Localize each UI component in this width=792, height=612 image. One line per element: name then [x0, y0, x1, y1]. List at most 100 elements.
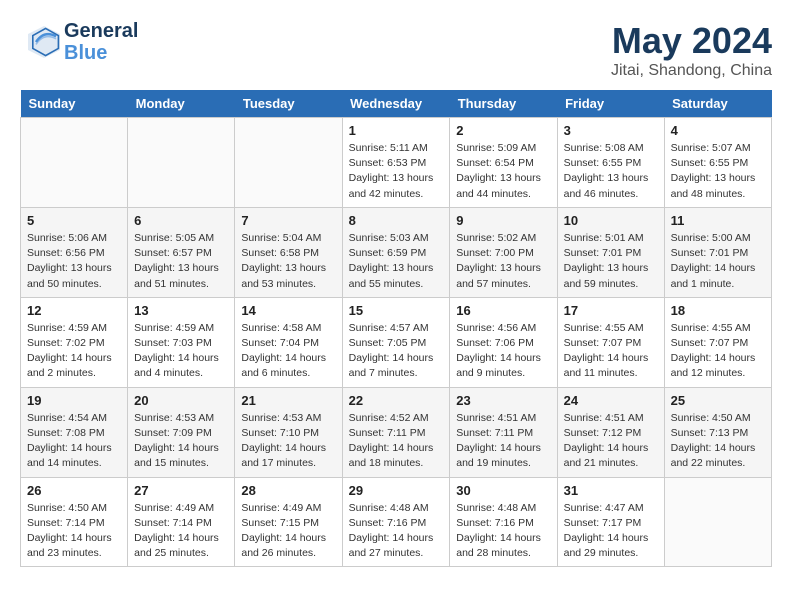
day-info: Sunrise: 4:47 AMSunset: 7:17 PMDaylight:…: [564, 501, 658, 562]
day-info: Sunrise: 5:09 AMSunset: 6:54 PMDaylight:…: [456, 141, 550, 202]
day-header-saturday: Saturday: [664, 90, 771, 118]
page-header: General Blue May 2024 Jitai, Shandong, C…: [20, 20, 772, 80]
calendar-cell: 4 Sunrise: 5:07 AMSunset: 6:55 PMDaylight…: [664, 118, 771, 208]
day-info: Sunrise: 4:51 AMSunset: 7:11 PMDaylight:…: [456, 411, 550, 472]
day-info: Sunrise: 4:48 AMSunset: 7:16 PMDaylight:…: [456, 501, 550, 562]
location: Jitai, Shandong, China: [611, 62, 772, 80]
day-number: 25: [671, 393, 765, 408]
day-info: Sunrise: 4:59 AMSunset: 7:03 PMDaylight:…: [134, 321, 228, 382]
calendar-cell: 9 Sunrise: 5:02 AMSunset: 7:00 PMDaylight…: [450, 207, 557, 297]
day-info: Sunrise: 4:50 AMSunset: 7:13 PMDaylight:…: [671, 411, 765, 472]
day-number: 9: [456, 213, 550, 228]
day-number: 22: [349, 393, 444, 408]
calendar-week-1: 1 Sunrise: 5:11 AMSunset: 6:53 PMDaylight…: [21, 118, 772, 208]
calendar-cell: 11 Sunrise: 5:00 AMSunset: 7:01 PMDayligh…: [664, 207, 771, 297]
calendar-cell: 16Sunrise: 4:56 AMSunset: 7:06 PMDayligh…: [450, 297, 557, 387]
day-number: 13: [134, 303, 228, 318]
day-number: 2: [456, 123, 550, 138]
calendar-cell: [235, 118, 342, 208]
day-number: 11: [671, 213, 765, 228]
month-title: May 2024: [611, 20, 772, 62]
calendar-week-3: 12 Sunrise: 4:59 AMSunset: 7:02 PMDayligh…: [21, 297, 772, 387]
day-number: 19: [27, 393, 121, 408]
day-info: Sunrise: 4:48 AMSunset: 7:16 PMDaylight:…: [349, 501, 444, 562]
day-header-sunday: Sunday: [21, 90, 128, 118]
day-info: Sunrise: 5:00 AMSunset: 7:01 PMDaylight:…: [671, 231, 765, 292]
calendar-cell: 22 Sunrise: 4:52 AMSunset: 7:11 PMDayligh…: [342, 387, 450, 477]
day-info: Sunrise: 5:01 AMSunset: 7:01 PMDaylight:…: [564, 231, 658, 292]
logo: General Blue: [20, 20, 138, 64]
day-info: Sunrise: 4:57 AMSunset: 7:05 PMDaylight:…: [349, 321, 444, 382]
calendar-week-4: 19 Sunrise: 4:54 AMSunset: 7:08 PMDayligh…: [21, 387, 772, 477]
calendar-cell: 19 Sunrise: 4:54 AMSunset: 7:08 PMDayligh…: [21, 387, 128, 477]
day-number: 28: [241, 483, 335, 498]
day-info: Sunrise: 4:50 AMSunset: 7:14 PMDaylight:…: [27, 501, 121, 562]
day-header-wednesday: Wednesday: [342, 90, 450, 118]
day-number: 1: [349, 123, 444, 138]
day-header-friday: Friday: [557, 90, 664, 118]
day-number: 10: [564, 213, 658, 228]
day-info: Sunrise: 4:53 AMSunset: 7:10 PMDaylight:…: [241, 411, 335, 472]
day-info: Sunrise: 4:55 AMSunset: 7:07 PMDaylight:…: [671, 321, 765, 382]
day-number: 18: [671, 303, 765, 318]
day-info: Sunrise: 5:05 AMSunset: 6:57 PMDaylight:…: [134, 231, 228, 292]
day-number: 12: [27, 303, 121, 318]
calendar-cell: 25 Sunrise: 4:50 AMSunset: 7:13 PMDayligh…: [664, 387, 771, 477]
day-info: Sunrise: 5:03 AMSunset: 6:59 PMDaylight:…: [349, 231, 444, 292]
calendar-cell: 5 Sunrise: 5:06 AMSunset: 6:56 PMDaylight…: [21, 207, 128, 297]
day-header-monday: Monday: [128, 90, 235, 118]
day-info: Sunrise: 5:11 AMSunset: 6:53 PMDaylight:…: [349, 141, 444, 202]
calendar-cell: 7 Sunrise: 5:04 AMSunset: 6:58 PMDaylight…: [235, 207, 342, 297]
day-info: Sunrise: 5:06 AMSunset: 6:56 PMDaylight:…: [27, 231, 121, 292]
day-number: 5: [27, 213, 121, 228]
day-number: 16: [456, 303, 550, 318]
logo-icon: [20, 22, 60, 62]
day-number: 15: [349, 303, 444, 318]
calendar-cell: 3 Sunrise: 5:08 AMSunset: 6:55 PMDaylight…: [557, 118, 664, 208]
calendar-cell: [21, 118, 128, 208]
day-number: 7: [241, 213, 335, 228]
calendar-cell: [664, 477, 771, 567]
calendar-cell: 14 Sunrise: 4:58 AMSunset: 7:04 PMDayligh…: [235, 297, 342, 387]
day-info: Sunrise: 4:58 AMSunset: 7:04 PMDaylight:…: [241, 321, 335, 382]
calendar-cell: 18 Sunrise: 4:55 AMSunset: 7:07 PMDayligh…: [664, 297, 771, 387]
day-info: Sunrise: 4:52 AMSunset: 7:11 PMDaylight:…: [349, 411, 444, 472]
day-number: 8: [349, 213, 444, 228]
day-info: Sunrise: 4:54 AMSunset: 7:08 PMDaylight:…: [27, 411, 121, 472]
day-info: Sunrise: 5:02 AMSunset: 7:00 PMDaylight:…: [456, 231, 550, 292]
day-info: Sunrise: 5:07 AMSunset: 6:55 PMDaylight:…: [671, 141, 765, 202]
calendar-cell: 30 Sunrise: 4:48 AMSunset: 7:16 PMDayligh…: [450, 477, 557, 567]
day-number: 26: [27, 483, 121, 498]
calendar-cell: 15 Sunrise: 4:57 AMSunset: 7:05 PMDayligh…: [342, 297, 450, 387]
day-number: 29: [349, 483, 444, 498]
calendar-cell: 10 Sunrise: 5:01 AMSunset: 7:01 PMDayligh…: [557, 207, 664, 297]
day-info: Sunrise: 5:08 AMSunset: 6:55 PMDaylight:…: [564, 141, 658, 202]
day-info: Sunrise: 5:04 AMSunset: 6:58 PMDaylight:…: [241, 231, 335, 292]
day-number: 21: [241, 393, 335, 408]
day-number: 14: [241, 303, 335, 318]
calendar-cell: 23Sunrise: 4:51 AMSunset: 7:11 PMDayligh…: [450, 387, 557, 477]
calendar-cell: 13 Sunrise: 4:59 AMSunset: 7:03 PMDayligh…: [128, 297, 235, 387]
day-number: 6: [134, 213, 228, 228]
calendar-cell: 27 Sunrise: 4:49 AMSunset: 7:14 PMDayligh…: [128, 477, 235, 567]
day-header-tuesday: Tuesday: [235, 90, 342, 118]
calendar-cell: [128, 118, 235, 208]
day-number: 30: [456, 483, 550, 498]
calendar-week-5: 26 Sunrise: 4:50 AMSunset: 7:14 PMDayligh…: [21, 477, 772, 567]
calendar-cell: 24Sunrise: 4:51 AMSunset: 7:12 PMDayligh…: [557, 387, 664, 477]
day-number: 4: [671, 123, 765, 138]
day-number: 17: [564, 303, 658, 318]
day-number: 3: [564, 123, 658, 138]
calendar-cell: 20Sunrise: 4:53 AMSunset: 7:09 PMDayligh…: [128, 387, 235, 477]
calendar-table: SundayMondayTuesdayWednesdayThursdayFrid…: [20, 90, 772, 567]
day-info: Sunrise: 4:49 AMSunset: 7:14 PMDaylight:…: [134, 501, 228, 562]
calendar-cell: 1 Sunrise: 5:11 AMSunset: 6:53 PMDaylight…: [342, 118, 450, 208]
day-number: 27: [134, 483, 228, 498]
day-number: 20: [134, 393, 228, 408]
calendar-cell: 17Sunrise: 4:55 AMSunset: 7:07 PMDayligh…: [557, 297, 664, 387]
calendar-week-2: 5 Sunrise: 5:06 AMSunset: 6:56 PMDaylight…: [21, 207, 772, 297]
day-number: 31: [564, 483, 658, 498]
logo-line1: General: [64, 20, 138, 42]
day-info: Sunrise: 4:59 AMSunset: 7:02 PMDaylight:…: [27, 321, 121, 382]
calendar-cell: 29 Sunrise: 4:48 AMSunset: 7:16 PMDayligh…: [342, 477, 450, 567]
